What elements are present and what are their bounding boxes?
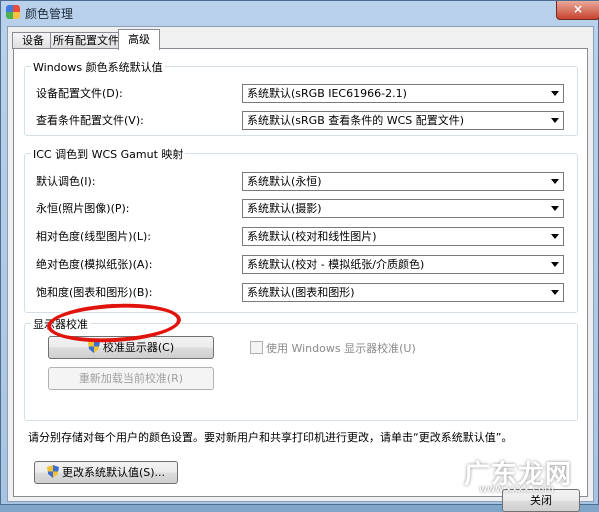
relative-colorimetric-select[interactable]: 系统默认(校对和线性图片) bbox=[242, 227, 564, 246]
viewing-conditions-label: 查看条件配置文件(V): bbox=[36, 114, 144, 127]
change-system-defaults-label: 更改系统默认值(S)... bbox=[61, 466, 166, 479]
uac-shield-icon bbox=[46, 465, 59, 478]
dialog-client: 设备 所有配置文件 高级 Windows 颜色系统默认值 设备配置文件(D): … bbox=[7, 26, 594, 512]
chevron-down-icon bbox=[551, 234, 559, 239]
use-windows-calibration-checkbox[interactable] bbox=[250, 341, 263, 354]
window-title: 颜色管理 bbox=[25, 7, 74, 21]
absolute-colorimetric-value: 系统默认(校对 - 模拟纸张/介质颜色) bbox=[247, 258, 425, 271]
perceptual-value: 系统默认(摄影) bbox=[247, 202, 322, 215]
relative-colorimetric-value: 系统默认(校对和线性图片) bbox=[247, 230, 377, 243]
icc-mapping-title: ICC 调色到 WCS Gamut 映射 bbox=[31, 146, 186, 162]
tab-devices[interactable]: 设备 bbox=[12, 32, 54, 49]
watermark-url: www.xxxx.com bbox=[479, 484, 555, 495]
perceptual-label: 永恒(照片图像)(P): bbox=[36, 202, 130, 215]
saturation-value: 系统默认(图表和图形) bbox=[247, 286, 355, 299]
absolute-colorimetric-label: 绝对色度(模拟纸张)(A): bbox=[36, 258, 153, 271]
default-rendering-label: 默认调色(I): bbox=[36, 175, 96, 188]
device-profile-value: 系统默认(sRGB IEC61966-2.1) bbox=[247, 87, 407, 100]
chevron-down-icon bbox=[551, 290, 559, 295]
tab-all-profiles[interactable]: 所有配置文件 bbox=[50, 32, 122, 49]
chevron-down-icon bbox=[551, 91, 559, 96]
relative-colorimetric-label: 相对色度(线型图片)(L): bbox=[36, 230, 151, 243]
saturation-select[interactable]: 系统默认(图表和图形) bbox=[242, 283, 564, 302]
change-system-defaults-button[interactable]: 更改系统默认值(S)... bbox=[34, 461, 178, 484]
color-management-window: 颜色管理 × 设备 所有配置文件 高级 Windows 颜色系统默认值 设备配置… bbox=[0, 0, 599, 512]
reload-calibration-button[interactable]: 重新加载当前校准(R) bbox=[48, 367, 214, 390]
use-windows-calibration-label: 使用 Windows 显示器校准(U) bbox=[266, 342, 416, 355]
title-bar: 颜色管理 × bbox=[1, 1, 599, 25]
advanced-panel: Windows 颜色系统默认值 设备配置文件(D): 系统默认(sRGB IEC… bbox=[13, 48, 588, 512]
viewing-conditions-select[interactable]: 系统默认(sRGB 查看条件的 WCS 配置文件) bbox=[242, 111, 564, 130]
window-close-button[interactable]: × bbox=[556, 1, 599, 20]
absolute-colorimetric-select[interactable]: 系统默认(校对 - 模拟纸张/介质颜色) bbox=[242, 255, 564, 274]
calibrate-display-label: 校准显示器(C) bbox=[102, 341, 175, 354]
chevron-down-icon bbox=[551, 179, 559, 184]
device-profile-select[interactable]: 系统默认(sRGB IEC61966-2.1) bbox=[242, 84, 564, 103]
viewing-conditions-value: 系统默认(sRGB 查看条件的 WCS 配置文件) bbox=[247, 114, 465, 127]
device-profile-label: 设备配置文件(D): bbox=[36, 87, 123, 100]
tab-advanced[interactable]: 高级 bbox=[118, 29, 160, 50]
chevron-down-icon bbox=[551, 118, 559, 123]
info-text: 请分别存储对每个用户的颜色设置。要对新用户和共享打印机进行更改，请单击“更改系统… bbox=[28, 431, 513, 444]
chevron-down-icon bbox=[551, 206, 559, 211]
perceptual-select[interactable]: 系统默认(摄影) bbox=[242, 199, 564, 218]
default-rendering-select[interactable]: 系统默认(永恒) bbox=[242, 172, 564, 191]
saturation-label: 饱和度(图表和图形)(B): bbox=[36, 286, 153, 299]
windows-defaults-title: Windows 颜色系统默认值 bbox=[31, 59, 165, 75]
chevron-down-icon bbox=[551, 262, 559, 267]
color-management-icon bbox=[6, 5, 20, 19]
default-rendering-value: 系统默认(永恒) bbox=[247, 175, 322, 188]
